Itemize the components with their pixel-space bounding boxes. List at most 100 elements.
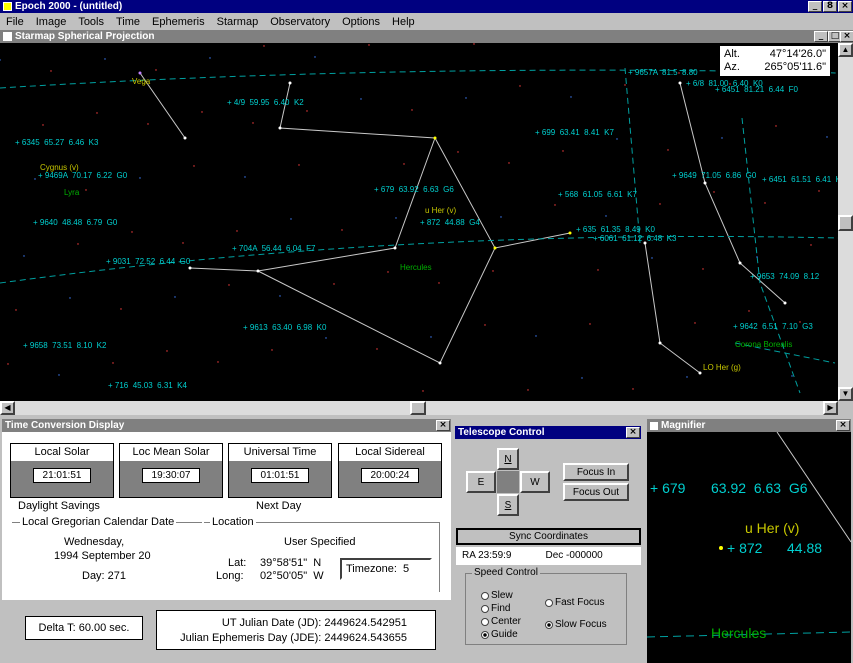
- menu-time[interactable]: Time: [116, 16, 140, 28]
- star-label[interactable]: + 568 61.05 6.61 K7: [558, 190, 637, 199]
- south-button[interactable]: S: [497, 494, 519, 516]
- clock-value: 21:01:51: [33, 468, 91, 483]
- faint-star: [702, 268, 704, 270]
- star-label[interactable]: + 716 45.03 6.31 K4: [108, 381, 187, 390]
- faint-star: [465, 97, 467, 99]
- star-label[interactable]: + 9657A 81.5 8.80: [628, 68, 698, 77]
- menu-tools[interactable]: Tools: [78, 16, 104, 28]
- star-label[interactable]: Corona Borealis: [735, 340, 792, 349]
- faint-star: [570, 96, 572, 98]
- star-label[interactable]: Hercules: [400, 263, 432, 272]
- menu-image[interactable]: Image: [36, 16, 67, 28]
- faint-star: [713, 191, 715, 193]
- boundary-line: [624, 67, 641, 244]
- scroll-up-arrow[interactable]: ▲: [838, 43, 853, 57]
- star-label[interactable]: + 9031 72.52 6.44 G0: [106, 257, 190, 266]
- sync-coordinates-button[interactable]: Sync Coordinates: [456, 528, 641, 545]
- starmap-hscroll[interactable]: ◀ ▶: [0, 401, 838, 415]
- magnifier-close-button[interactable]: ×: [836, 420, 850, 431]
- star-label[interactable]: + 9640 48.48 6.79 G0: [33, 218, 117, 227]
- north-button[interactable]: N: [497, 448, 519, 470]
- star-label[interactable]: + 704A 56.44 6.04 F7: [232, 244, 315, 253]
- timezone-box[interactable]: Timezone: 5: [340, 558, 432, 580]
- faint-star: [193, 165, 195, 167]
- telescope-title: Telescope Control: [458, 427, 545, 438]
- star-label[interactable]: + 9653 74.09 8.12: [750, 272, 819, 281]
- star-label[interactable]: + 699 63.41 8.41 K7: [535, 128, 614, 137]
- magnifier-label-2: u Her (v): [745, 520, 800, 536]
- menu-starmap[interactable]: Starmap: [217, 16, 259, 28]
- menu-file[interactable]: File: [6, 16, 24, 28]
- focus-out-button[interactable]: Focus Out: [563, 483, 629, 501]
- starmap-canvas[interactable]: Vega + 9657A 81.5 8.80 + 6/8 81.00 6.40 K0…: [0, 43, 838, 401]
- calendar-title: Local Gregorian Calendar Date: [20, 516, 177, 528]
- star-label[interactable]: + 6451 61.51 6.41 K0: [762, 175, 838, 184]
- magnifier-label-1b: 63.92 6.63 G6: [711, 480, 808, 496]
- close-button[interactable]: ×: [838, 1, 852, 12]
- faint-star: [438, 282, 440, 284]
- star-label[interactable]: + 4/9 59.95 6.40 K2: [227, 98, 304, 107]
- star-label[interactable]: Cygnus (v): [40, 163, 79, 172]
- star-label[interactable]: u Her (v): [425, 206, 456, 215]
- focus-speed-radio[interactable]: Slow Focus: [545, 619, 607, 630]
- star-label[interactable]: LO Her (g): [703, 363, 741, 372]
- scroll-left-arrow[interactable]: ◀: [0, 401, 15, 415]
- faint-star: [597, 269, 599, 271]
- starmap-vscroll[interactable]: ▲ ▼: [838, 43, 853, 401]
- faint-star: [659, 203, 661, 205]
- maximize-button[interactable]: 8: [823, 1, 837, 12]
- julian-date: UT Julian Date (JD): 2449624.542951: [221, 617, 407, 629]
- star-label[interactable]: + 872 44.88 G4: [420, 218, 480, 227]
- star-label[interactable]: + 635 61.35 8.49 K0: [576, 225, 655, 234]
- faint-star: [519, 85, 521, 87]
- star-label[interactable]: + 9613 63.40 6.98 K0: [243, 323, 326, 332]
- time-close-button[interactable]: ×: [436, 420, 450, 431]
- star: [188, 266, 192, 270]
- star-label[interactable]: + 9642 6.51 7.10 G3: [733, 322, 813, 331]
- east-button[interactable]: E: [466, 471, 496, 493]
- minimize-button[interactable]: _: [808, 1, 822, 12]
- starmap-close-button[interactable]: ×: [840, 31, 853, 42]
- star: [433, 136, 437, 140]
- speed-radio[interactable]: Slew: [481, 590, 513, 601]
- weekday: Wednesday,: [64, 536, 125, 548]
- speed-radio[interactable]: Find: [481, 603, 510, 614]
- telescope-close-button[interactable]: ×: [626, 427, 640, 438]
- focus-speed-radio[interactable]: Fast Focus: [545, 597, 604, 608]
- scroll-thumb[interactable]: [838, 215, 853, 231]
- menu-observatory[interactable]: Observatory: [270, 16, 330, 28]
- star-label[interactable]: + 6345 65.27 6.46 K3: [15, 138, 98, 147]
- star-label[interactable]: + 6451 81.21 6.44 F0: [715, 85, 798, 94]
- faint-star: [589, 323, 591, 325]
- faint-star: [298, 164, 300, 166]
- app-icon: [3, 2, 12, 11]
- faint-star: [174, 296, 176, 298]
- location-title: Location: [210, 516, 256, 528]
- star-label[interactable]: + 9469A 70.17 6.22 G0: [38, 171, 127, 180]
- menu-options[interactable]: Options: [342, 16, 380, 28]
- faint-star: [411, 109, 413, 111]
- focus-in-button[interactable]: Focus In: [563, 463, 629, 481]
- star-label[interactable]: + 9658 73.51 8.10 K2: [23, 341, 106, 350]
- hscroll-thumb[interactable]: [410, 401, 426, 415]
- faint-star: [325, 337, 327, 339]
- speed-radio[interactable]: Guide: [481, 629, 518, 640]
- star-label[interactable]: + 9649 71.05 6.86 G0: [672, 171, 756, 180]
- menu-help[interactable]: Help: [392, 16, 415, 28]
- faint-star: [201, 111, 203, 113]
- faint-star: [818, 190, 820, 192]
- starmap-minimize-button[interactable]: _: [814, 31, 828, 42]
- magnifier-label-3b: 44.88: [787, 540, 823, 556]
- faint-star: [120, 308, 122, 310]
- scroll-right-arrow[interactable]: ▶: [823, 401, 838, 415]
- star-label[interactable]: + 6061 61.12 6.48 K3: [593, 234, 676, 243]
- star-label[interactable]: Vega: [132, 77, 150, 86]
- star-label[interactable]: Lyra: [64, 188, 79, 197]
- west-button[interactable]: W: [520, 471, 550, 493]
- scroll-down-arrow[interactable]: ▼: [838, 387, 853, 401]
- star-label[interactable]: + 679 63.92 6.63 G6: [374, 185, 454, 194]
- menu-ephemeris[interactable]: Ephemeris: [152, 16, 205, 28]
- speed-radio[interactable]: Center: [481, 616, 521, 627]
- clock-box: Local Sidereal 20:00:24: [338, 443, 442, 498]
- faint-star: [554, 204, 556, 206]
